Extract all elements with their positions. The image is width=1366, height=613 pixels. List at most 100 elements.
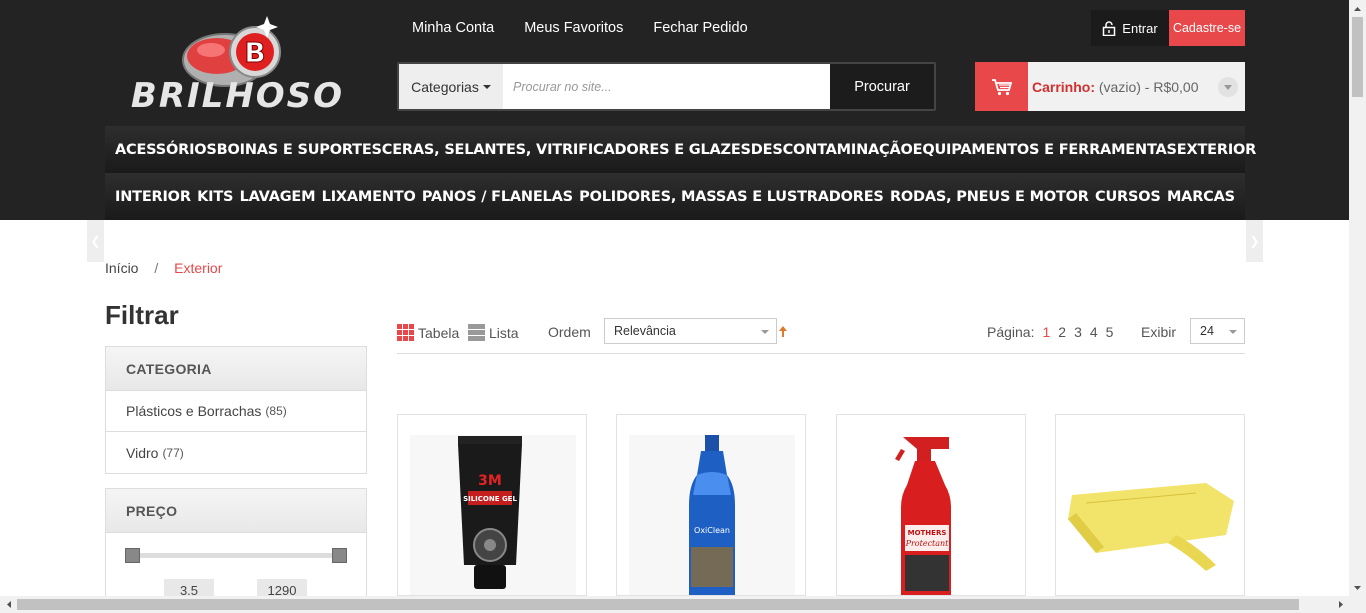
view-table-label: Tabela [418, 324, 460, 341]
breadcrumb-current: Exterior [174, 260, 223, 276]
product-card[interactable]: MOTHERS Protectant [836, 414, 1026, 596]
scroll-left-arrow-icon[interactable] [0, 596, 17, 613]
category-filter-heading: CATEGORIA [106, 347, 366, 391]
horizontal-scrollbar[interactable] [0, 596, 1366, 613]
sort-direction-icon[interactable] [779, 326, 787, 337]
menu-item-exterior[interactable]: EXTERIOR [1177, 142, 1257, 158]
logo-wordmark: BRILHOSO [130, 76, 345, 116]
price-slider-min-handle[interactable] [125, 548, 140, 563]
spray-label: Protectant [905, 539, 950, 548]
filter-item-label: Vidro [126, 444, 159, 461]
oxiclean-bottle-image: OxiClean [629, 435, 795, 595]
category-menu-row-2: INTERIOR KITS LAVAGEM LIXAMENTO PANOS / … [105, 173, 1245, 220]
categories-label: Categorias [411, 78, 479, 95]
scroll-up-arrow-icon[interactable] [1349, 0, 1366, 17]
pagination: Página: 1 2 3 4 5 [987, 324, 1113, 340]
spray-brand-mark: MOTHERS [908, 529, 947, 537]
page-link-4[interactable]: 4 [1090, 324, 1098, 340]
horizontal-scroll-thumb[interactable] [17, 599, 1299, 610]
page-link-1[interactable]: 1 [1042, 324, 1050, 340]
product-card[interactable]: 3M SILICONE GEL [397, 414, 587, 596]
menu-item-lavagem[interactable]: LAVAGEM [240, 189, 316, 205]
price-filter-panel: PREÇO 3.5 1290 [105, 488, 367, 613]
page-label: Página: [987, 324, 1035, 340]
category-filter-panel: CATEGORIA Plásticos e Borrachas (85) Vid… [105, 346, 367, 474]
price-slider-track[interactable] [132, 553, 340, 558]
menu-item-ceras[interactable]: CERAS, SELANTES, VITRIFICADORES E GLAZES [382, 142, 751, 158]
silicone-gel-tube-image: 3M SILICONE GEL [410, 435, 576, 595]
scroll-right-arrow-icon[interactable] [1332, 596, 1349, 613]
menu-item-lixamento[interactable]: LIXAMENTO [322, 189, 416, 205]
menu-item-marcas[interactable]: MARCAS [1167, 189, 1235, 205]
menu-item-interior[interactable]: INTERIOR [115, 189, 191, 205]
view-list-button[interactable]: Lista [468, 324, 519, 341]
site-logo[interactable]: B BRILHOSO [105, 12, 370, 116]
cart-icon-box [975, 62, 1028, 111]
my-account-link[interactable]: Minha Conta [412, 20, 494, 36]
cart-label: Carrinho: [1032, 78, 1095, 95]
menu-item-rodas[interactable]: RODAS, PNEUS E MOTOR [890, 189, 1089, 205]
chevron-down-icon [1224, 84, 1232, 90]
view-table-button[interactable]: Tabela [397, 324, 459, 341]
login-button[interactable]: Entrar [1091, 10, 1169, 46]
product-card[interactable]: OxiClean [616, 414, 806, 596]
menu-item-boinas[interactable]: BOINAS E SUPORTES [217, 142, 382, 158]
scroll-down-arrow-icon[interactable] [1349, 579, 1366, 596]
page-link-3[interactable]: 3 [1074, 324, 1082, 340]
menu-item-cursos[interactable]: CURSOS [1095, 189, 1161, 205]
page-link-5[interactable]: 5 [1106, 324, 1114, 340]
signup-button[interactable]: Cadastre-se [1169, 10, 1245, 46]
tube-label: SILICONE GEL [463, 495, 517, 503]
cart-summary: Carrinho: (vazio) - R$0,00 [1028, 79, 1198, 95]
page-link-2[interactable]: 2 [1058, 324, 1066, 340]
chevron-down-icon [761, 330, 769, 334]
breadcrumb-separator: / [154, 260, 159, 276]
view-list-label: Lista [489, 324, 519, 341]
menu-item-kits[interactable]: KITS [197, 189, 233, 205]
menu-scroll-right-button[interactable]: ❯ [1246, 220, 1263, 262]
search-input[interactable] [503, 64, 830, 109]
filter-title: Filtrar [105, 300, 179, 330]
menu-item-equipamentos[interactable]: EQUIPAMENTOS E FERRAMENTAS [913, 142, 1177, 158]
per-page-select[interactable]: 24 [1190, 318, 1245, 344]
menu-item-acessorios[interactable]: ACESSÓRIOS [115, 142, 217, 158]
price-slider-max-handle[interactable] [332, 548, 347, 563]
order-value: Relevância [614, 324, 676, 338]
filter-item-label: Plásticos e Borrachas [126, 403, 262, 419]
listing-toolbar: Tabela Lista Ordem Relevância Página: 1 … [397, 316, 1245, 354]
chevron-left-icon: ❮ [90, 234, 101, 248]
favorites-link[interactable]: Meus Favoritos [524, 20, 623, 36]
chevron-down-icon [1229, 330, 1237, 334]
per-page-value: 24 [1200, 324, 1214, 338]
vertical-scroll-thumb[interactable] [1352, 17, 1363, 97]
cart-expand-button[interactable] [1218, 77, 1238, 97]
vertical-scrollbar[interactable] [1349, 0, 1366, 596]
login-label: Entrar [1122, 20, 1158, 36]
filter-item-plasticos[interactable]: Plásticos e Borrachas (85) [106, 391, 366, 432]
show-label: Exibir [1141, 324, 1177, 340]
search-bar: Categorias Procurar [397, 62, 936, 111]
filter-item-count: (77) [162, 445, 184, 460]
breadcrumb-home[interactable]: Início [105, 260, 138, 276]
top-links: Minha Conta Meus Favoritos Fechar Pedido [412, 20, 748, 36]
menu-item-panos[interactable]: PANOS / FLANELAS [422, 189, 573, 205]
logo-badge-letter: B [244, 36, 265, 69]
bottle-label: OxiClean [694, 526, 730, 535]
product-card[interactable] [1055, 414, 1245, 596]
checkout-link[interactable]: Fechar Pedido [653, 20, 747, 36]
yellow-cloth-image [1068, 435, 1234, 595]
menu-item-descontaminacao[interactable]: DESCONTAMINAÇÃO [751, 142, 913, 158]
categories-dropdown[interactable]: Categorias [399, 64, 503, 109]
breadcrumb: Início / Exterior [105, 260, 222, 276]
chevron-right-icon: ❯ [1249, 234, 1260, 248]
filter-item-vidro[interactable]: Vidro (77) [106, 432, 366, 473]
cart-widget[interactable]: Carrinho: (vazio) - R$0,00 [975, 62, 1245, 111]
order-label: Ordem [548, 324, 591, 340]
menu-item-polidores[interactable]: POLIDORES, MASSAS E LUSTRADORES [579, 189, 884, 205]
category-menu-row-1: ACESSÓRIOS BOINAS E SUPORTES CERAS, SELA… [105, 126, 1256, 173]
site-header: B BRILHOSO Minha Conta Meus Favoritos Fe… [0, 0, 1349, 220]
search-button[interactable]: Procurar [830, 64, 934, 109]
menu-scroll-left-button[interactable]: ❮ [87, 220, 104, 262]
order-select[interactable]: Relevância [604, 318, 777, 344]
mothers-protectant-spray-image: MOTHERS Protectant [849, 435, 1015, 595]
